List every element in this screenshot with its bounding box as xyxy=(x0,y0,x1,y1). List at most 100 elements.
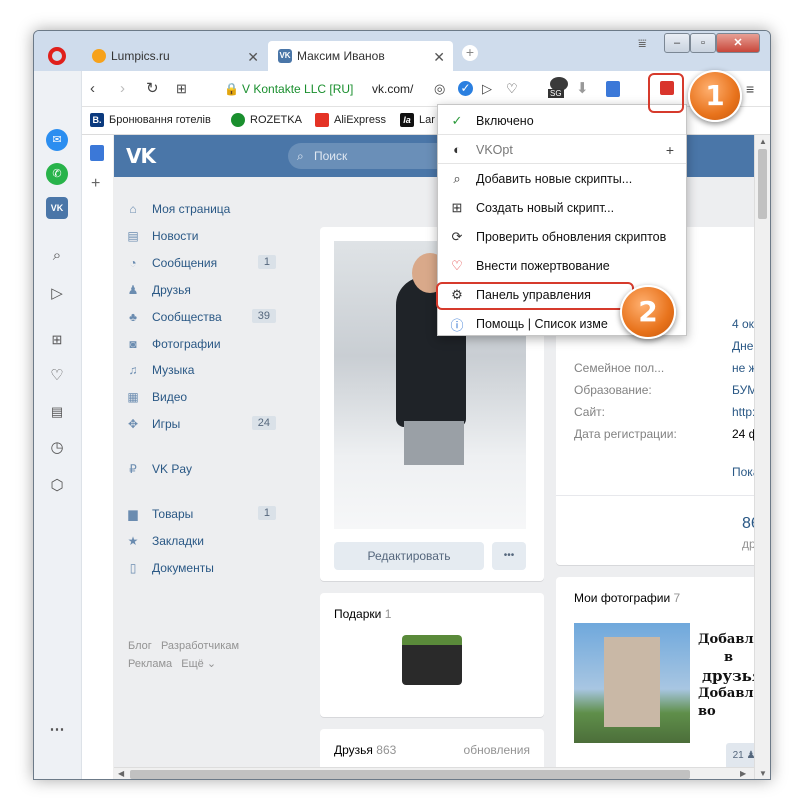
bookmark-aliexpress[interactable]: AliExpress xyxy=(315,113,386,127)
bookmark-lar[interactable]: la Lar xyxy=(400,113,435,127)
meme-line: Добавлю во xyxy=(698,686,754,719)
sidebar-item-12[interactable]: ★ Закладки xyxy=(126,529,276,553)
send-sidebar-icon[interactable]: ▷ xyxy=(46,283,68,305)
aliexpress-icon xyxy=(315,113,329,127)
messenger-icon[interactable]: ✉ xyxy=(46,129,68,151)
friends-header[interactable]: Друзья 863 xyxy=(334,743,396,757)
menu-item-5[interactable]: ⟳ Проверить обновления скриптов xyxy=(438,223,686,251)
menu-item-6[interactable]: ♡ Внести пожертвование xyxy=(438,252,686,280)
photo-meme[interactable]: Добавляе в друзья! Добавлю во xyxy=(694,623,754,743)
close-tab-icon[interactable]: ✕ xyxy=(433,49,445,66)
close-window-button[interactable]: ✕ xyxy=(716,33,760,53)
sidebar-item-label: Товары xyxy=(152,507,194,521)
sidebar-item-4[interactable]: ♟ Друзья xyxy=(126,278,276,302)
vk-logo-icon[interactable]: VK xyxy=(126,144,156,168)
photos-card: Мои фотографии 7 Добавляе в друзья! Доба… xyxy=(556,577,754,767)
history-sidebar-icon[interactable]: ◷ xyxy=(46,437,68,459)
sidebar-item-3[interactable]: ◔ Сообщения 1 xyxy=(126,251,276,275)
photos-more-badge[interactable]: 21 ♟ xyxy=(726,743,754,767)
scroll-up-icon[interactable]: ▲ xyxy=(759,137,767,146)
info-value[interactable]: БУМИБ ( xyxy=(732,383,754,397)
sidebar-item-6[interactable]: ◙ Фотографии xyxy=(126,332,276,356)
footer-devs-link[interactable]: Разработчикам xyxy=(161,640,239,652)
sidebar-item-7[interactable]: ♫ Музыка xyxy=(126,358,276,382)
snapshot-icon[interactable]: ◎ xyxy=(434,80,445,98)
rozetka-icon xyxy=(231,113,245,127)
menu-item-label: Помощь | Список изме xyxy=(476,317,608,331)
vk-sidebar-icon[interactable]: VK xyxy=(46,197,68,219)
vertical-scrollbar[interactable]: ▲ ▼ xyxy=(754,135,770,779)
translate-panel-icon[interactable] xyxy=(90,145,104,161)
security-label[interactable]: V Kontakte LLC [RU] xyxy=(242,82,353,96)
tab-menu-icon[interactable]: ⩸ xyxy=(638,35,647,52)
close-tab-icon[interactable]: ✕ xyxy=(247,49,259,66)
sidebar-item-9[interactable]: ✥ Игры 24 xyxy=(126,412,276,436)
opera-logo-icon[interactable] xyxy=(48,47,66,65)
translate-extension-icon[interactable] xyxy=(606,81,620,97)
tab-vk[interactable]: VK Максим Иванов ✕ xyxy=(268,41,453,71)
info-value[interactable]: 24 февра xyxy=(732,427,754,441)
add-panel-icon[interactable]: + xyxy=(91,175,100,193)
back-icon[interactable]: ‹ xyxy=(90,80,95,98)
send-icon[interactable]: ▷ xyxy=(482,80,492,98)
info-value[interactable]: Днепроп xyxy=(732,339,754,353)
scroll-right-icon[interactable]: ▶ xyxy=(740,769,746,778)
menu-item-2[interactable]: ◐ VKOpt + xyxy=(438,136,686,164)
menu-item-3[interactable]: ⌕ Добавить новые скрипты... xyxy=(438,165,686,193)
sidebar-item-13[interactable]: ▯ Документы xyxy=(126,556,276,580)
heart-sidebar-icon[interactable]: ♡ xyxy=(46,365,68,387)
sidebar-item-11[interactable]: ▆ Товары 1 xyxy=(126,502,276,526)
info-value[interactable]: не женат xyxy=(732,361,754,375)
more-actions-button[interactable]: ••• xyxy=(492,542,526,570)
speed-dial-icon[interactable]: ⊞ xyxy=(176,80,187,98)
tab-lumpics[interactable]: Lumpics.ru ✕ xyxy=(82,41,267,71)
extensions-sidebar-icon[interactable]: ⬡ xyxy=(46,475,68,497)
url-field[interactable]: vk.com/ xyxy=(372,82,413,96)
news-sidebar-icon[interactable]: ▤ xyxy=(46,401,68,423)
bookmark-booking[interactable]: B. Бронювання готелів xyxy=(90,113,211,127)
bookmark-rozetka[interactable]: ROZETKA xyxy=(231,113,302,127)
scroll-down-icon[interactable]: ▼ xyxy=(759,769,767,778)
vpn-check-icon[interactable]: ✓ xyxy=(458,81,473,96)
heart-outline-icon[interactable]: ♡ xyxy=(506,80,518,98)
info-value[interactable]: 4 октябр xyxy=(732,317,754,331)
forward-icon[interactable]: › xyxy=(120,80,125,98)
footer-more-link[interactable]: Ещё xyxy=(181,658,204,670)
maximize-button[interactable]: ▫ xyxy=(690,33,716,53)
minimize-button[interactable]: – xyxy=(664,33,690,53)
music-icon: ♫ xyxy=(128,363,138,377)
savefrom-extension-icon[interactable]: SG xyxy=(548,77,570,101)
gifts-header[interactable]: Подарки 1 xyxy=(334,607,391,621)
sidebar-item-5[interactable]: ♣ Сообщества 39 xyxy=(126,305,276,329)
sidebar-item-10[interactable]: ₽ VK Pay xyxy=(126,457,276,481)
gift-briefcase-image[interactable] xyxy=(402,635,462,685)
more-sidebar-icon[interactable]: ⋯ xyxy=(46,719,68,741)
toggle-icon: ◐ xyxy=(453,142,461,157)
menu-icon[interactable]: ≡ xyxy=(746,80,754,98)
search-sidebar-icon[interactable]: ⌕ xyxy=(46,245,68,267)
reload-icon[interactable]: ↻ xyxy=(146,80,159,98)
scroll-thumb[interactable] xyxy=(130,770,690,779)
photo-building[interactable] xyxy=(574,623,690,743)
menu-item-4[interactable]: ⊞ Создать новый скрипт... xyxy=(438,194,686,222)
whatsapp-icon[interactable]: ✆ xyxy=(46,163,68,185)
scroll-left-icon[interactable]: ◀ xyxy=(118,769,124,778)
scroll-thumb[interactable] xyxy=(758,149,767,219)
speed-dial-sidebar-icon[interactable]: ⊞ xyxy=(46,329,68,351)
new-tab-button[interactable]: + xyxy=(462,45,478,61)
sidebar-item-1[interactable]: ⌂ Моя страница xyxy=(126,197,276,221)
sidebar-item-2[interactable]: ▤ Новости xyxy=(126,224,276,248)
footer-blog-link[interactable]: Блог xyxy=(128,640,152,652)
seat-box xyxy=(404,421,464,465)
download-icon[interactable]: ⬇ xyxy=(576,80,589,98)
show-more-link[interactable]: Показат xyxy=(732,465,754,479)
friends-updates-link[interactable]: обновления xyxy=(464,743,530,757)
add-script-icon[interactable]: + xyxy=(666,142,674,158)
info-value[interactable]: http://sto xyxy=(732,405,754,419)
photos-header[interactable]: Мои фотографии 7 xyxy=(574,591,680,605)
horizontal-scrollbar[interactable]: ◀ ▶ xyxy=(114,767,754,779)
friends-stat-value[interactable]: 863 xyxy=(742,515,754,533)
sidebar-item-8[interactable]: ▦ Видео xyxy=(126,385,276,409)
footer-ads-link[interactable]: Реклама xyxy=(128,658,172,670)
edit-profile-button[interactable]: Редактировать xyxy=(334,542,484,570)
